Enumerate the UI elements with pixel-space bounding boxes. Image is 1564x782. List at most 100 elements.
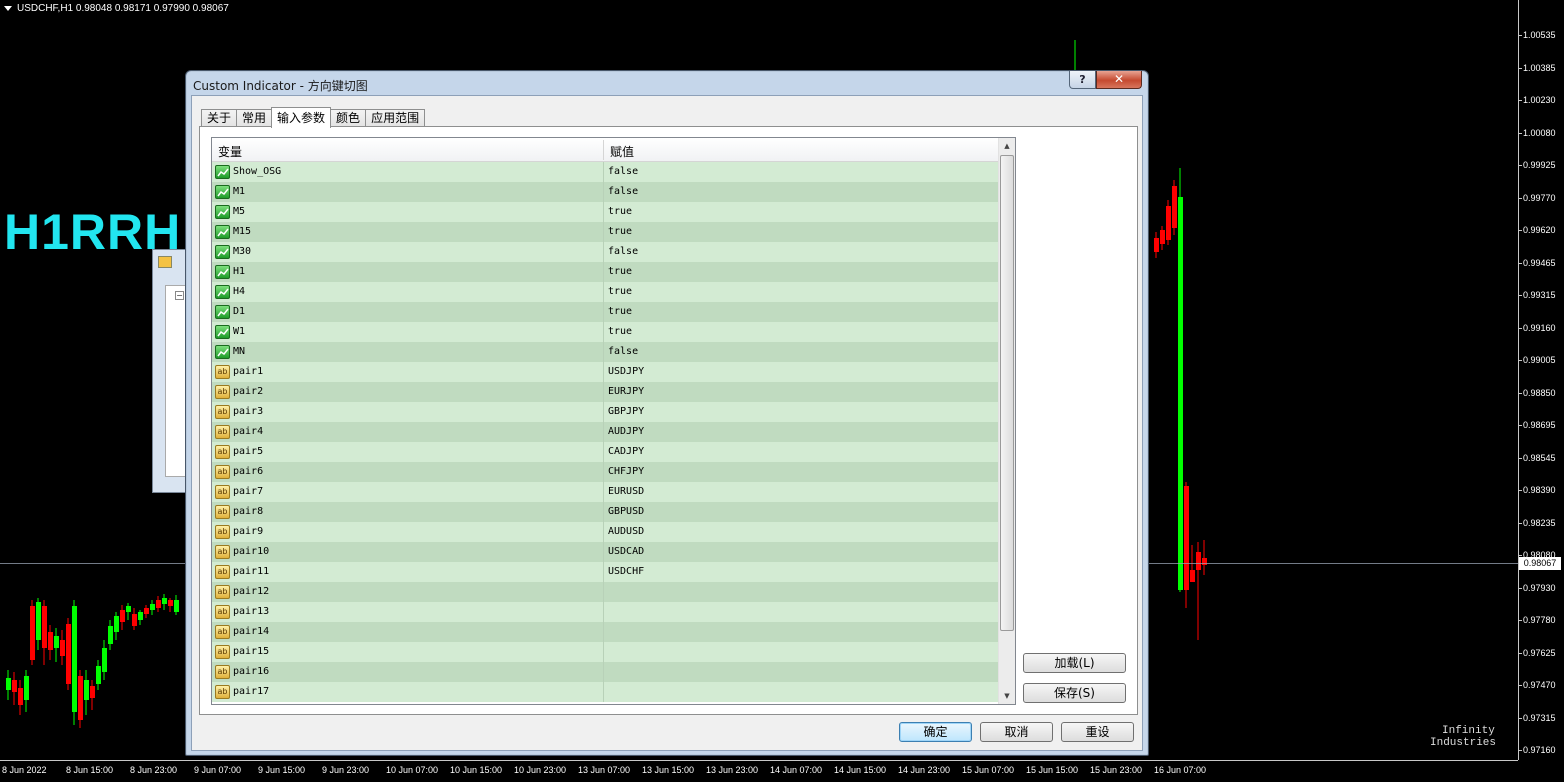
- param-name: W1: [233, 326, 246, 337]
- param-row[interactable]: ab pair1 USDJPY: [212, 362, 999, 382]
- param-value[interactable]: true: [608, 266, 632, 277]
- number-param-icon: [215, 305, 230, 319]
- candle-body: [96, 666, 101, 684]
- param-value[interactable]: GBPUSD: [608, 506, 644, 517]
- candle-body: [108, 626, 113, 644]
- param-value[interactable]: CHFJPY: [608, 466, 644, 477]
- param-row[interactable]: ab pair2 EURJPY: [212, 382, 999, 402]
- ok-button[interactable]: 确定: [899, 722, 972, 742]
- price-axis-label: 1.00535: [1523, 30, 1556, 40]
- column-header-value[interactable]: 赋值: [610, 143, 634, 160]
- scroll-down-icon[interactable]: ▼: [999, 688, 1015, 704]
- param-name: MN: [233, 346, 246, 357]
- price-axis: [1518, 0, 1564, 760]
- tab-3[interactable]: 颜色: [330, 109, 367, 127]
- param-row[interactable]: M5 true: [212, 202, 999, 222]
- param-value[interactable]: true: [608, 206, 632, 217]
- param-name: pair11: [233, 566, 270, 577]
- param-value[interactable]: false: [608, 186, 638, 197]
- param-row[interactable]: ab pair7 EURUSD: [212, 482, 999, 502]
- current-price-label: 0.98067: [1519, 557, 1561, 570]
- param-row[interactable]: ab pair5 CADJPY: [212, 442, 999, 462]
- vertical-scrollbar[interactable]: ▲ ▼: [998, 138, 1015, 704]
- param-value[interactable]: true: [608, 306, 632, 317]
- param-row[interactable]: H4 true: [212, 282, 999, 302]
- param-value[interactable]: USDJPY: [608, 366, 644, 377]
- param-name: M30: [233, 246, 252, 257]
- param-row[interactable]: ab pair11 USDCHF: [212, 562, 999, 582]
- param-value[interactable]: true: [608, 226, 632, 237]
- param-value[interactable]: false: [608, 166, 638, 177]
- param-row[interactable]: ab pair15: [212, 642, 999, 662]
- param-row[interactable]: M15 true: [212, 222, 999, 242]
- candle-body: [84, 680, 89, 700]
- param-value[interactable]: false: [608, 346, 638, 357]
- param-value[interactable]: EURUSD: [608, 486, 644, 497]
- reset-button[interactable]: 重设: [1061, 722, 1134, 742]
- param-value[interactable]: true: [608, 326, 632, 337]
- help-button[interactable]: ?: [1069, 71, 1096, 89]
- param-value[interactable]: GBPJPY: [608, 406, 644, 417]
- param-row[interactable]: H1 true: [212, 262, 999, 282]
- param-name: pair5: [233, 446, 264, 457]
- candle-body: [162, 598, 167, 604]
- param-value[interactable]: EURJPY: [608, 386, 644, 397]
- string-param-icon: ab: [215, 585, 230, 599]
- param-row[interactable]: ab pair13: [212, 602, 999, 622]
- param-row[interactable]: ab pair14: [212, 622, 999, 642]
- input-parameters-grid: 变量 赋值 Show_OSG false M1 false M5 true M15 true M…: [211, 137, 1016, 705]
- dialog-client-area: 关于 常用 输入参数 颜色 应用范围 变量 赋值 Show_OSG false M1 fals…: [191, 95, 1143, 751]
- number-param-icon: [215, 285, 230, 299]
- param-value[interactable]: AUDUSD: [608, 526, 644, 537]
- close-button[interactable]: ✕: [1096, 71, 1142, 89]
- tab-panel-inputs: 变量 赋值 Show_OSG false M1 false M5 true M15 true M…: [199, 126, 1138, 715]
- param-value[interactable]: USDCAD: [608, 546, 644, 557]
- load-button[interactable]: 加载(L): [1023, 653, 1126, 673]
- chart-menu-triangle-icon[interactable]: [4, 5, 12, 11]
- scrollbar-thumb[interactable]: [1000, 155, 1014, 631]
- param-row[interactable]: ab pair6 CHFJPY: [212, 462, 999, 482]
- tree-collapse-icon[interactable]: −: [175, 291, 184, 300]
- param-row[interactable]: M1 false: [212, 182, 999, 202]
- price-axis-label: 0.97930: [1523, 582, 1556, 593]
- column-header-variable[interactable]: 变量: [218, 143, 242, 160]
- param-row[interactable]: ab pair10 USDCAD: [212, 542, 999, 562]
- param-row[interactable]: M30 false: [212, 242, 999, 262]
- time-axis-label: 14 Jun 23:00: [898, 765, 951, 775]
- param-row[interactable]: MN false: [212, 342, 999, 362]
- param-row[interactable]: ab pair4 AUDJPY: [212, 422, 999, 442]
- param-row[interactable]: ab pair17: [212, 682, 999, 702]
- param-row[interactable]: D1 true: [212, 302, 999, 322]
- param-value[interactable]: false: [608, 246, 638, 257]
- param-row[interactable]: ab pair9 AUDUSD: [212, 522, 999, 542]
- param-value[interactable]: CADJPY: [608, 446, 644, 457]
- tab-4[interactable]: 应用范围: [365, 109, 426, 127]
- param-name: H4: [233, 286, 246, 297]
- save-button[interactable]: 保存(S): [1023, 683, 1126, 703]
- price-axis-label: 0.99465: [1523, 257, 1556, 268]
- cancel-button[interactable]: 取消: [980, 722, 1053, 742]
- string-param-icon: ab: [215, 525, 230, 539]
- param-row[interactable]: ab pair3 GBPJPY: [212, 402, 999, 422]
- scroll-up-icon[interactable]: ▲: [999, 138, 1015, 154]
- param-value[interactable]: true: [608, 286, 632, 297]
- param-name: pair13: [233, 606, 270, 617]
- param-row[interactable]: ab pair12: [212, 582, 999, 602]
- tab-1[interactable]: 常用: [236, 109, 273, 127]
- dialog-app-icon: [158, 256, 172, 268]
- candle-body: [1172, 186, 1177, 228]
- param-row[interactable]: ab pair16: [212, 662, 999, 682]
- price-axis-label: 0.99160: [1523, 322, 1556, 333]
- param-value[interactable]: AUDJPY: [608, 426, 644, 437]
- string-param-icon: ab: [215, 665, 230, 679]
- param-row[interactable]: ab pair8 GBPUSD: [212, 502, 999, 522]
- param-name: pair10: [233, 546, 270, 557]
- param-row[interactable]: W1 true: [212, 322, 999, 342]
- tab-0[interactable]: 关于: [201, 109, 238, 127]
- param-row[interactable]: Show_OSG false: [212, 162, 999, 182]
- time-axis-label: 10 Jun 07:00: [386, 765, 439, 775]
- dialog-title: Custom Indicator - 方向键切图: [193, 79, 368, 93]
- param-value[interactable]: USDCHF: [608, 566, 644, 577]
- candle-body: [144, 608, 149, 614]
- tab-2[interactable]: 输入参数: [271, 107, 332, 128]
